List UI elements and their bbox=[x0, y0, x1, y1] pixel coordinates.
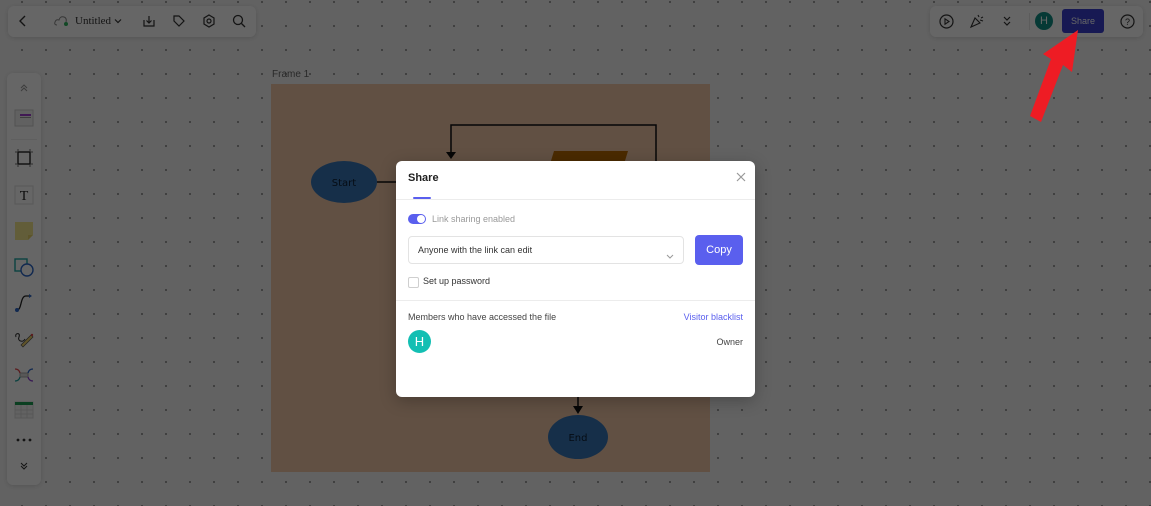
member-role: Owner bbox=[716, 337, 743, 347]
share-dialog: Share Link sharing enabled Anyone with t… bbox=[396, 161, 755, 397]
permission-select[interactable]: Anyone with the link can edit bbox=[408, 236, 684, 264]
copy-link-button[interactable]: Copy bbox=[695, 235, 743, 265]
divider bbox=[396, 300, 755, 301]
password-label[interactable]: Set up password bbox=[423, 276, 490, 286]
divider bbox=[396, 199, 755, 200]
link-sharing-label: Link sharing enabled bbox=[432, 214, 516, 224]
member-avatar: H bbox=[408, 330, 431, 353]
annotation-arrow-icon bbox=[1030, 30, 1078, 122]
password-checkbox[interactable] bbox=[408, 277, 419, 288]
members-heading: Members who have accessed the file bbox=[408, 312, 557, 322]
permission-value: Anyone with the link can edit bbox=[418, 245, 533, 255]
dialog-title: Share bbox=[408, 172, 439, 184]
link-sharing-toggle[interactable] bbox=[408, 214, 426, 224]
close-icon[interactable] bbox=[735, 170, 747, 182]
visitor-blacklist-link[interactable]: Visitor blacklist bbox=[684, 312, 743, 322]
chevron-down-icon bbox=[666, 247, 674, 265]
